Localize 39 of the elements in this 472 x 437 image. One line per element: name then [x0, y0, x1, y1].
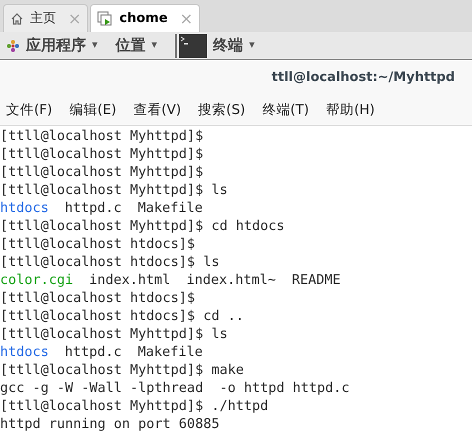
terminal-text: [ttll@localhost htdocs]$ — [0, 235, 196, 253]
file-name: color.cgi — [0, 271, 74, 289]
menu-item[interactable]: 查看(V) — [133, 100, 182, 121]
terminal-text: index.html — [89, 271, 170, 289]
file-name: htdocs — [0, 343, 49, 361]
terminal-text: [ttll@localhost htdocs]$ — [0, 289, 196, 307]
terminal-text: [ttll@localhost Myhttpd]$ make — [0, 361, 244, 379]
menu-item[interactable]: 帮助(H) — [326, 100, 375, 121]
tab[interactable]: 主页 × — [3, 4, 88, 32]
home-icon — [10, 12, 24, 26]
terminal-text: Makefile — [138, 343, 203, 361]
terminal-text: [ttll@localhost htdocs]$ ls — [0, 253, 220, 271]
file-name: htdocs — [0, 199, 49, 217]
terminal-text: [ttll@localhost Myhttpd]$ cd htdocs — [0, 217, 284, 235]
terminal-text: [ttll@localhost Myhttpd]$ ./httpd — [0, 397, 268, 415]
window-icon — [97, 10, 114, 26]
terminal-text: gcc -g -W -Wall -lpthread -o httpd httpd.c — [0, 379, 350, 397]
menu-item[interactable]: 文件(F) — [6, 100, 52, 121]
panel-menu[interactable]: 位置 ▾ — [116, 34, 158, 57]
panel-menu[interactable]: 终端 ▾ — [175, 34, 255, 58]
terminal-text: httpd running on port 60885 — [0, 415, 220, 433]
terminal-text: index.html~ — [186, 271, 276, 289]
menu-item[interactable]: 编辑(E) — [69, 100, 116, 121]
terminal-text: httpd.c — [64, 343, 122, 361]
terminal-text: README — [292, 271, 341, 289]
terminal-text: [ttll@localhost Myhttpd]$ — [0, 127, 204, 145]
terminal-text: [ttll@localhost Myhttpd]$ ls — [0, 325, 228, 343]
window-title: ttll@localhost:~/Myhttpd — [272, 69, 455, 88]
terminal-text: [ttll@localhost Myhttpd]$ — [0, 145, 204, 163]
tab[interactable]: chome × — [90, 4, 200, 32]
terminal-text: [ttll@localhost Myhttpd]$ ls — [0, 181, 228, 199]
terminal-text: Makefile — [138, 199, 203, 217]
menu-item[interactable]: 搜索(S) — [198, 100, 246, 121]
terminal-text: httpd.c — [64, 199, 122, 217]
terminal-text: [ttll@localhost htdocs]$ cd .. — [0, 307, 244, 325]
apps-icon — [6, 38, 20, 52]
terminal-text: [ttll@localhost Myhttpd]$ — [0, 163, 204, 181]
panel-menu[interactable]: 应用程序 ▾ — [6, 34, 98, 57]
menu-item[interactable]: 终端(T) — [262, 100, 310, 121]
